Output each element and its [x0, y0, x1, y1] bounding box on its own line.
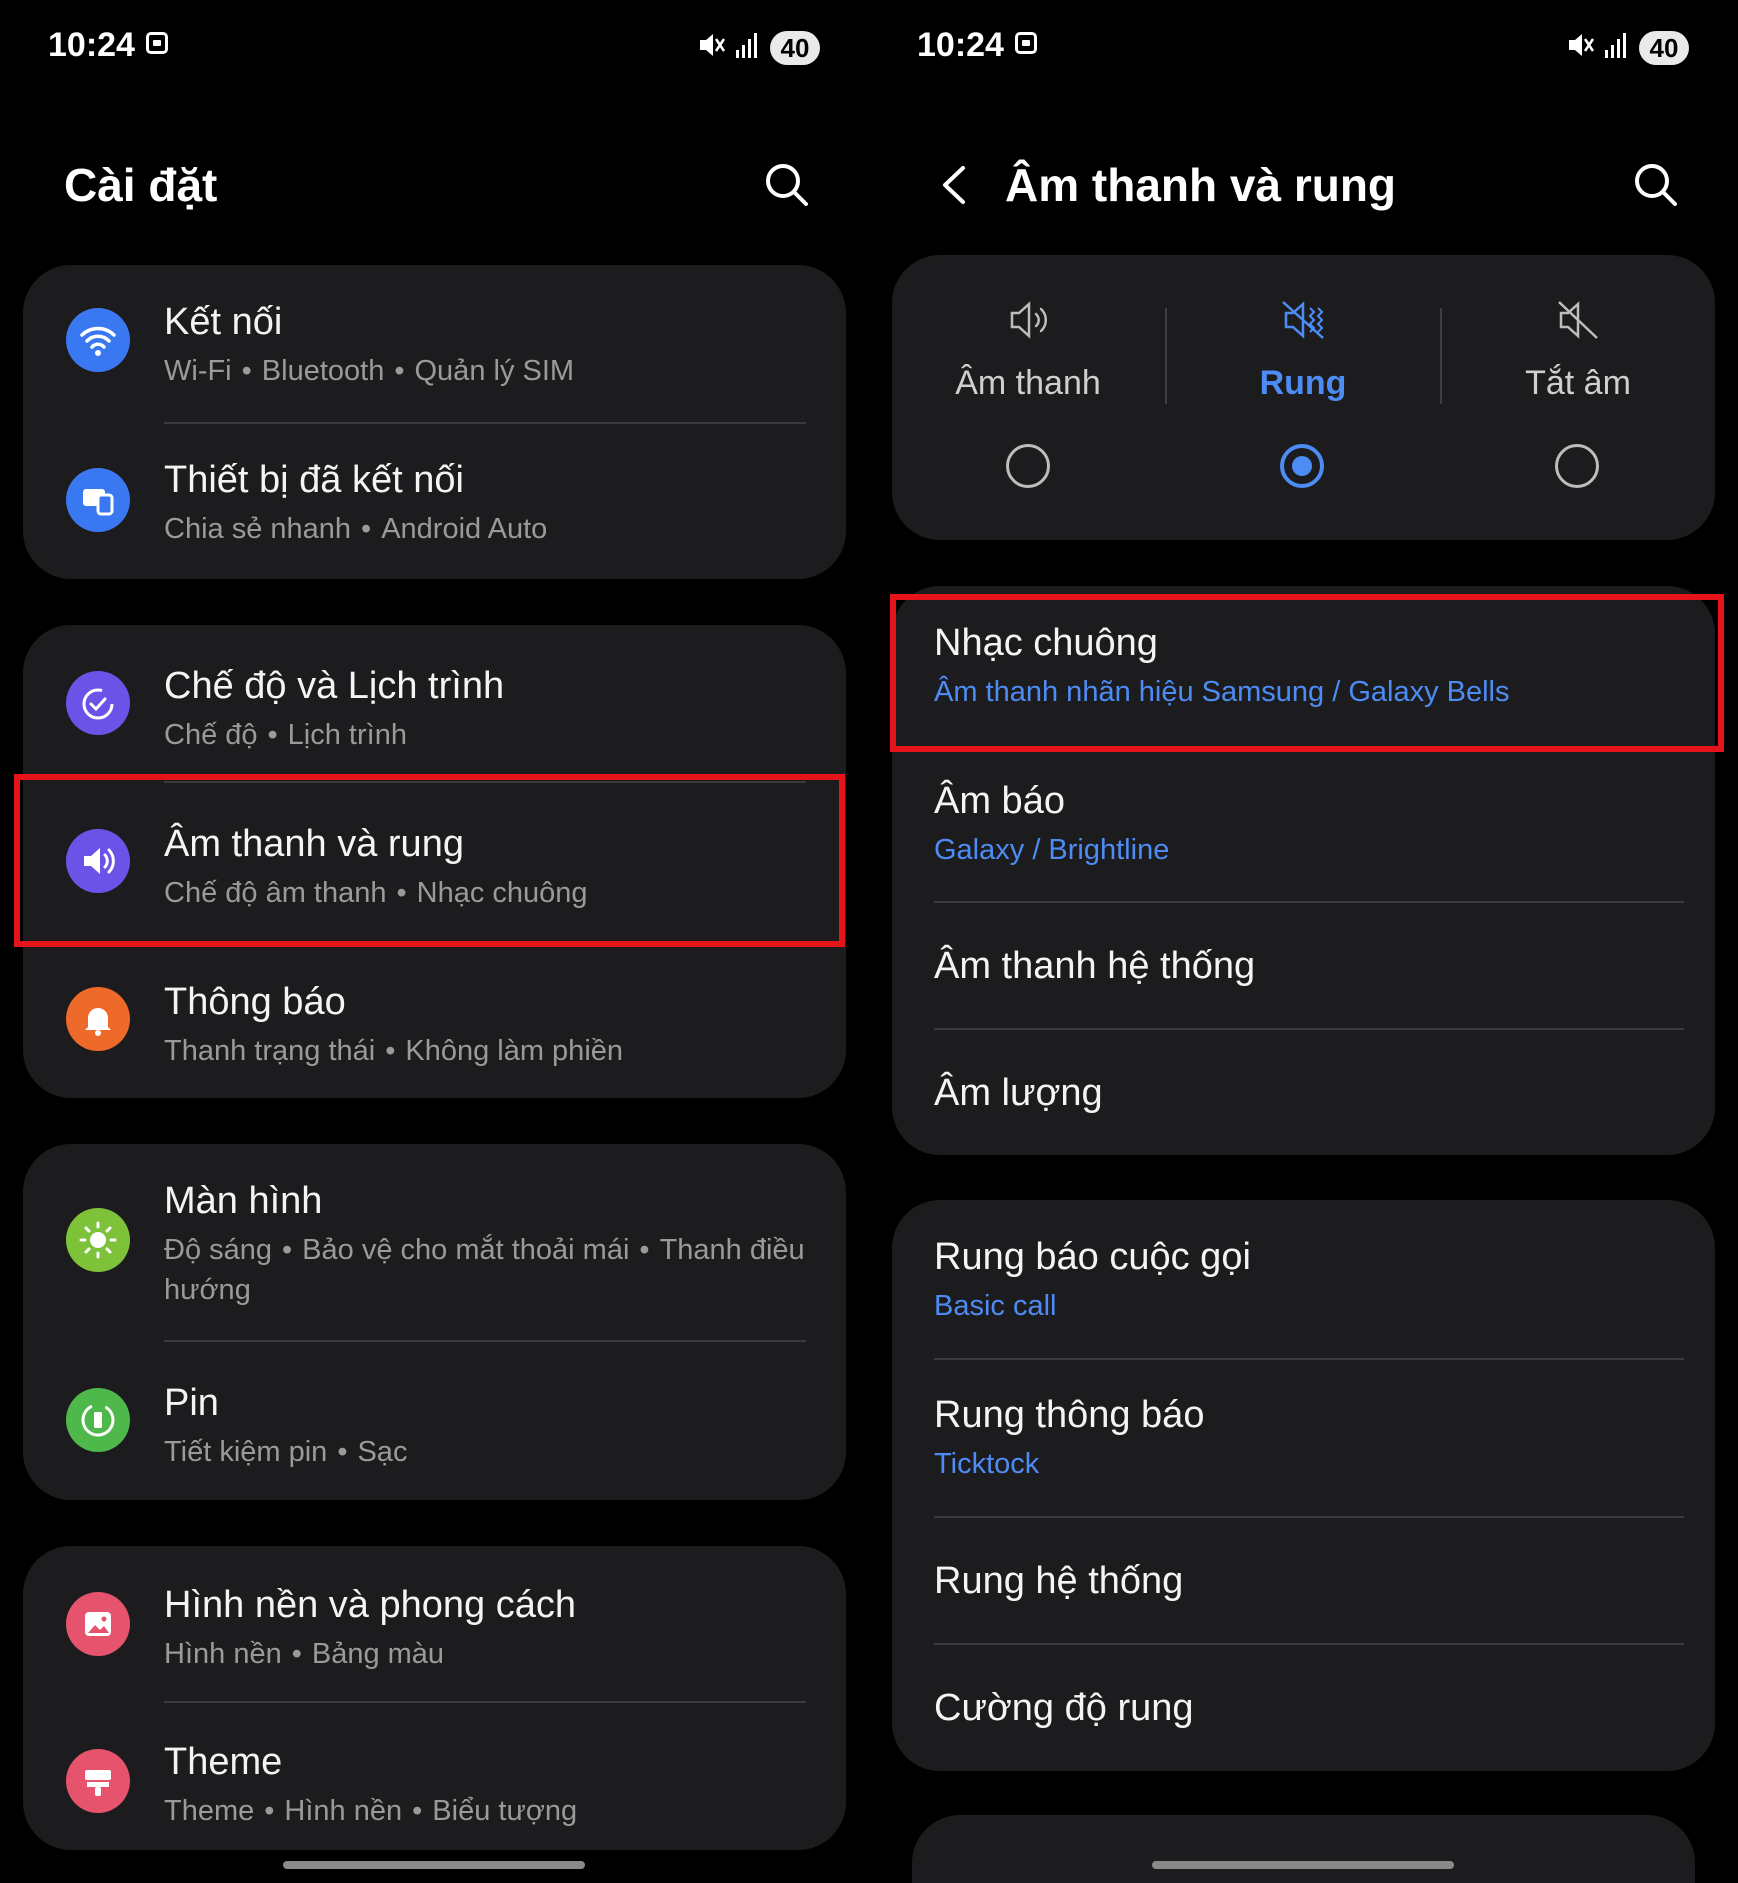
signal-icon	[736, 33, 757, 58]
sound-icon	[1010, 301, 1048, 339]
item-subtitle: Chế độ • Lịch trình	[164, 719, 407, 751]
sound-vibration-screen: 10:24 40 Âm thanh và rung Âm thanh Rung …	[869, 0, 1738, 1883]
item-subtitle: Độ sáng • Bảo vệ cho mắt thoải mái • Thanh đ…	[164, 1234, 805, 1306]
item-title: Kết nối	[164, 301, 283, 343]
settings-item-display[interactable]: Màn hình Độ sáng • Bảo vệ cho mắt thoải má…	[23, 1144, 846, 1340]
settings-item-vibration-intensity[interactable]: Cường độ rung	[892, 1645, 1715, 1771]
item-title: Chế độ và Lịch trình	[164, 665, 505, 707]
vibrate-mute-icon	[700, 34, 726, 56]
mute-icon	[1558, 301, 1598, 339]
mode-vibrate-label[interactable]: Rung	[1203, 364, 1403, 403]
item-title: Rung báo cuộc gọi	[934, 1236, 1251, 1278]
settings-item-system-vibration[interactable]: Rung hệ thống	[892, 1518, 1715, 1644]
screenshot-icon	[146, 32, 168, 54]
divider	[164, 422, 806, 424]
brightness-icon	[66, 1208, 130, 1272]
divider	[1165, 308, 1167, 404]
search-icon[interactable]	[762, 160, 812, 210]
settings-group-partial	[912, 1815, 1695, 1883]
connected-devices-icon	[66, 468, 130, 532]
item-title: Rung hệ thống	[934, 1560, 1184, 1602]
bell-icon	[66, 987, 130, 1051]
settings-item-connected-devices[interactable]: Thiết bị đã kết nối Chia sẻ nhanh • Androi…	[23, 425, 846, 579]
item-title: Cường độ rung	[934, 1687, 1194, 1729]
search-icon[interactable]	[1631, 160, 1681, 210]
item-title: Hình nền và phong cách	[164, 1584, 576, 1626]
item-subtitle: Tiết kiệm pin • Sạc	[164, 1436, 408, 1468]
settings-item-battery[interactable]: Pin Tiết kiệm pin • Sạc	[23, 1342, 846, 1500]
vibrate-icon	[1282, 301, 1324, 339]
settings-group-wallpaper-theme: Hình nền và phong cách Hình nền • Bảng màu…	[23, 1546, 846, 1850]
item-subtitle: Hình nền • Bảng màu	[164, 1638, 445, 1670]
item-subtitle: Galaxy / Brightline	[934, 834, 1170, 866]
item-subtitle: Theme • Hình nền • Biểu tượng	[164, 1795, 578, 1827]
vibration-settings-group: Rung báo cuộc gọi Basic call Rung thông …	[892, 1200, 1715, 1771]
mode-mute-radio[interactable]	[1555, 444, 1599, 488]
settings-screen: 10:24 40 Cài đặt Kết nối Wi-Fi • Bluetooth…	[0, 0, 869, 1883]
battery-care-icon	[66, 1388, 130, 1452]
item-title: Thông báo	[164, 981, 346, 1023]
settings-item-notification-sound[interactable]: Âm báo Galaxy / Brightline	[892, 744, 1715, 902]
settings-item-notification-vibration[interactable]: Rung thông báo Ticktock	[892, 1360, 1715, 1516]
item-subtitle: Basic call	[934, 1290, 1057, 1322]
highlight-box	[14, 774, 845, 947]
mode-mute-label[interactable]: Tắt âm	[1478, 364, 1678, 403]
item-title: Rung thông báo	[934, 1394, 1205, 1436]
settings-item-theme[interactable]: Theme Theme • Hình nền • Biểu tượng	[23, 1703, 846, 1850]
item-title: Theme	[164, 1741, 283, 1783]
settings-item-modes[interactable]: Chế độ và Lịch trình Chế độ • Lịch trình	[23, 625, 846, 783]
modes-icon	[66, 671, 130, 735]
settings-item-system-sound[interactable]: Âm thanh hệ thống	[892, 903, 1715, 1029]
item-title: Thiết bị đã kết nối	[164, 459, 464, 501]
theme-brush-icon	[66, 1749, 130, 1813]
home-indicator[interactable]	[283, 1861, 585, 1869]
settings-item-notifications[interactable]: Thông báo Thanh trạng thái • Không làm phi…	[23, 941, 846, 1098]
settings-item-volume[interactable]: Âm lượng	[892, 1030, 1715, 1155]
settings-group-connections: Kết nối Wi-Fi • Bluetooth • Quản lý SIM Thiế…	[23, 265, 846, 579]
page-title: Âm thanh và rung	[1005, 159, 1397, 211]
settings-item-connections[interactable]: Kết nối Wi-Fi • Bluetooth • Quản lý SIM	[23, 265, 846, 425]
item-title: Màn hình	[164, 1180, 323, 1222]
highlight-box	[890, 594, 1724, 752]
vibrate-mute-icon	[1569, 34, 1595, 56]
wallpaper-icon	[66, 1592, 130, 1656]
item-subtitle: Thanh trạng thái • Không làm phiền	[164, 1035, 624, 1067]
page-title: Cài đặt	[64, 159, 218, 211]
item-subtitle: Chia sẻ nhanh • Android Auto	[164, 513, 548, 545]
item-subtitle: Wi-Fi • Bluetooth • Quản lý SIM	[164, 355, 575, 387]
status-time: 10:24	[48, 26, 135, 64]
item-title: Âm lượng	[934, 1072, 1103, 1114]
battery-indicator: 40	[770, 31, 820, 65]
signal-icon	[1605, 33, 1626, 58]
settings-item-call-vibration[interactable]: Rung báo cuộc gọi Basic call	[892, 1200, 1715, 1358]
settings-item-wallpaper[interactable]: Hình nền và phong cách Hình nền • Bảng màu	[23, 1546, 846, 1703]
status-time: 10:24	[917, 26, 1004, 64]
battery-indicator: 40	[1639, 31, 1689, 65]
mode-vibrate-radio[interactable]	[1280, 444, 1324, 488]
divider	[1440, 308, 1442, 404]
wifi-icon	[66, 308, 130, 372]
screenshot-icon	[1015, 32, 1037, 54]
settings-group-display-battery: Màn hình Độ sáng • Bảo vệ cho mắt thoải má…	[23, 1144, 846, 1500]
item-subtitle: Ticktock	[934, 1448, 1040, 1480]
back-arrow-icon[interactable]	[931, 160, 981, 210]
item-title: Âm báo	[934, 780, 1065, 822]
mode-sound-radio[interactable]	[1006, 444, 1050, 488]
home-indicator[interactable]	[1152, 1861, 1454, 1869]
mode-sound-label[interactable]: Âm thanh	[928, 364, 1128, 403]
item-title: Pin	[164, 1382, 219, 1424]
item-title: Âm thanh hệ thống	[934, 945, 1256, 987]
